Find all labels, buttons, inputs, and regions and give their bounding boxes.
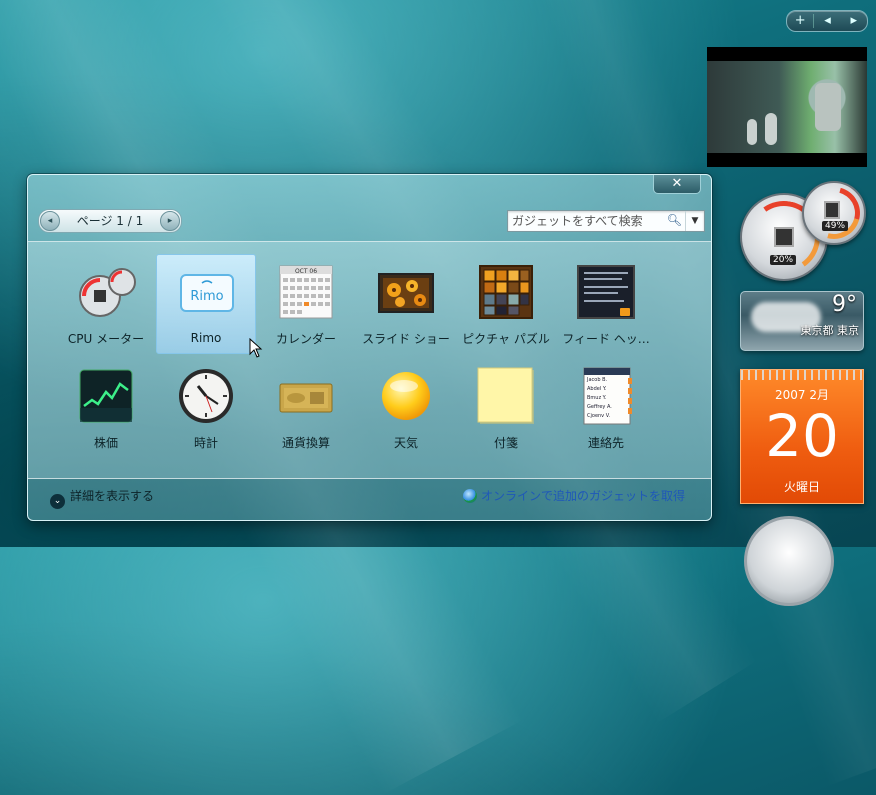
calendar-rings: [741, 370, 863, 380]
gadget-tile-currency[interactable]: 通貨換算: [256, 358, 356, 458]
contact-entry: Geffrey A.: [587, 404, 612, 410]
clock-icon: [179, 369, 233, 423]
cpu-meter-icon: [79, 268, 136, 317]
contact-entry: Cjoenv V.: [587, 413, 611, 419]
gadget-tile-label: 付箋: [493, 436, 518, 450]
gadget-tile-calendar[interactable]: OCT 06 カレンダー: [256, 254, 356, 354]
globe-icon: [462, 489, 477, 503]
picture-puzzle-icon: [479, 265, 533, 319]
weather-location: 東京都 東京: [800, 324, 860, 337]
video-figure: [815, 83, 841, 131]
gadget-tile-notes[interactable]: 付箋: [456, 358, 556, 458]
cpu-usage-label: 20%: [770, 255, 797, 265]
weather-temperature: 9°: [832, 292, 857, 317]
weather-icon: [382, 372, 430, 420]
gadget-tile-picture-puzzle[interactable]: ピクチャ パズル: [456, 254, 556, 354]
gadget-tile-label: 連絡先: [587, 436, 624, 450]
gadget-tile-cpu-meter[interactable]: CPU メーター: [56, 254, 156, 354]
calendar-icon: OCT 06: [279, 265, 333, 319]
mouse-cursor-icon: [249, 338, 263, 358]
memory-icon: [824, 201, 840, 219]
page-navigator: ◂ ページ 1 / 1 ▸: [38, 209, 182, 233]
search-input[interactable]: [508, 211, 674, 231]
divider: [813, 14, 815, 28]
sidebar-next-button[interactable]: ▸: [841, 11, 867, 31]
show-details-label: 詳細を表示する: [70, 489, 155, 503]
gadget-tile-label: 通貨換算: [281, 436, 330, 450]
sidebar-prev-button[interactable]: ◂: [814, 11, 840, 31]
prev-page-button[interactable]: ◂: [40, 211, 60, 231]
video-figure: [765, 113, 777, 145]
page-indicator: ページ 1 / 1: [76, 214, 144, 228]
contact-entry: Abdel Y.: [587, 386, 607, 392]
memory-usage-label: 49%: [822, 221, 849, 231]
contact-entry: Bmuz Y.: [587, 395, 607, 401]
gadget-tile-label: スライド ショー: [362, 332, 450, 346]
video-gadget[interactable]: [707, 47, 867, 167]
gadget-gallery-window: ✕ ◂ ページ 1 / 1 ▸ 🔍︎ ▼ CPU メーター Rimo: [27, 174, 712, 521]
slideshow-icon: [378, 273, 434, 313]
show-details-toggle[interactable]: ⌄ 詳細を表示する: [50, 487, 154, 509]
gadget-tile-contacts[interactable]: Jacob B. Abdel Y. Bmuz Y. Geffrey A. Cjo…: [556, 358, 656, 458]
rimo-icon: Rimo: [180, 274, 234, 312]
gadget-tile-label: ピクチャ パズル: [462, 332, 550, 346]
next-page-button[interactable]: ▸: [160, 211, 180, 231]
get-more-gadgets-online-link[interactable]: オンラインで追加のガジェットを取得: [462, 487, 685, 504]
clock-gadget[interactable]: [744, 516, 834, 606]
notes-icon: [477, 367, 534, 424]
currency-icon: [279, 383, 333, 413]
chip-icon: [774, 227, 794, 247]
memory-gauge[interactable]: 49%: [798, 177, 870, 249]
contacts-icon: Jacob B. Abdel Y. Bmuz Y. Geffrey A. Cjo…: [583, 367, 632, 425]
gadget-tile-label: 時計: [193, 436, 218, 450]
calendar-year-month: 2007 2月: [775, 388, 829, 402]
calendar-icon-header: OCT 06: [295, 268, 317, 275]
gadget-tile-label: 株価: [93, 436, 118, 450]
chevron-down-icon: ⌄: [50, 494, 65, 509]
contact-entry: Jacob B.: [586, 377, 608, 383]
gadget-tile-label: 天気: [393, 436, 418, 450]
calendar-day: 20: [765, 402, 839, 470]
rimo-logo-text: Rimo: [190, 289, 223, 304]
gadget-grid: CPU メーター Rimo Rimo OCT 06 カレンダー スライド ショー…: [28, 241, 711, 479]
video-frame: [707, 61, 867, 153]
stocks-icon: [79, 369, 133, 423]
sidebar-controls: + ◂ ▸: [786, 10, 868, 32]
gadget-tile-weather[interactable]: 天気: [356, 358, 456, 458]
weather-gadget[interactable]: 9° 東京都 東京: [740, 291, 864, 351]
gadget-tile-label: フィード ヘッ…: [562, 332, 650, 346]
close-button[interactable]: ✕: [653, 175, 701, 194]
video-figure: [747, 119, 757, 145]
search-icon[interactable]: 🔍︎: [667, 213, 682, 227]
add-gadget-button[interactable]: +: [787, 11, 813, 31]
gadget-search-box: 🔍︎ ▼: [507, 210, 705, 232]
gadget-tile-label: カレンダー: [275, 332, 336, 346]
gadget-tile-label: CPU メーター: [67, 332, 145, 346]
gadget-tile-slideshow[interactable]: スライド ショー: [356, 254, 456, 354]
gadget-tile-feed-headlines[interactable]: フィード ヘッ…: [556, 254, 656, 354]
get-more-gadgets-label: オンラインで追加のガジェットを取得: [480, 489, 685, 503]
gadget-tile-clock[interactable]: 時計: [156, 358, 256, 458]
search-dropdown-button[interactable]: ▼: [685, 211, 704, 231]
calendar-weekday: 火曜日: [783, 480, 820, 494]
feed-headlines-icon: [577, 265, 635, 319]
gadget-tile-stocks[interactable]: 株価: [56, 358, 156, 458]
calendar-gadget[interactable]: 2007 2月 20 火曜日: [740, 369, 864, 504]
